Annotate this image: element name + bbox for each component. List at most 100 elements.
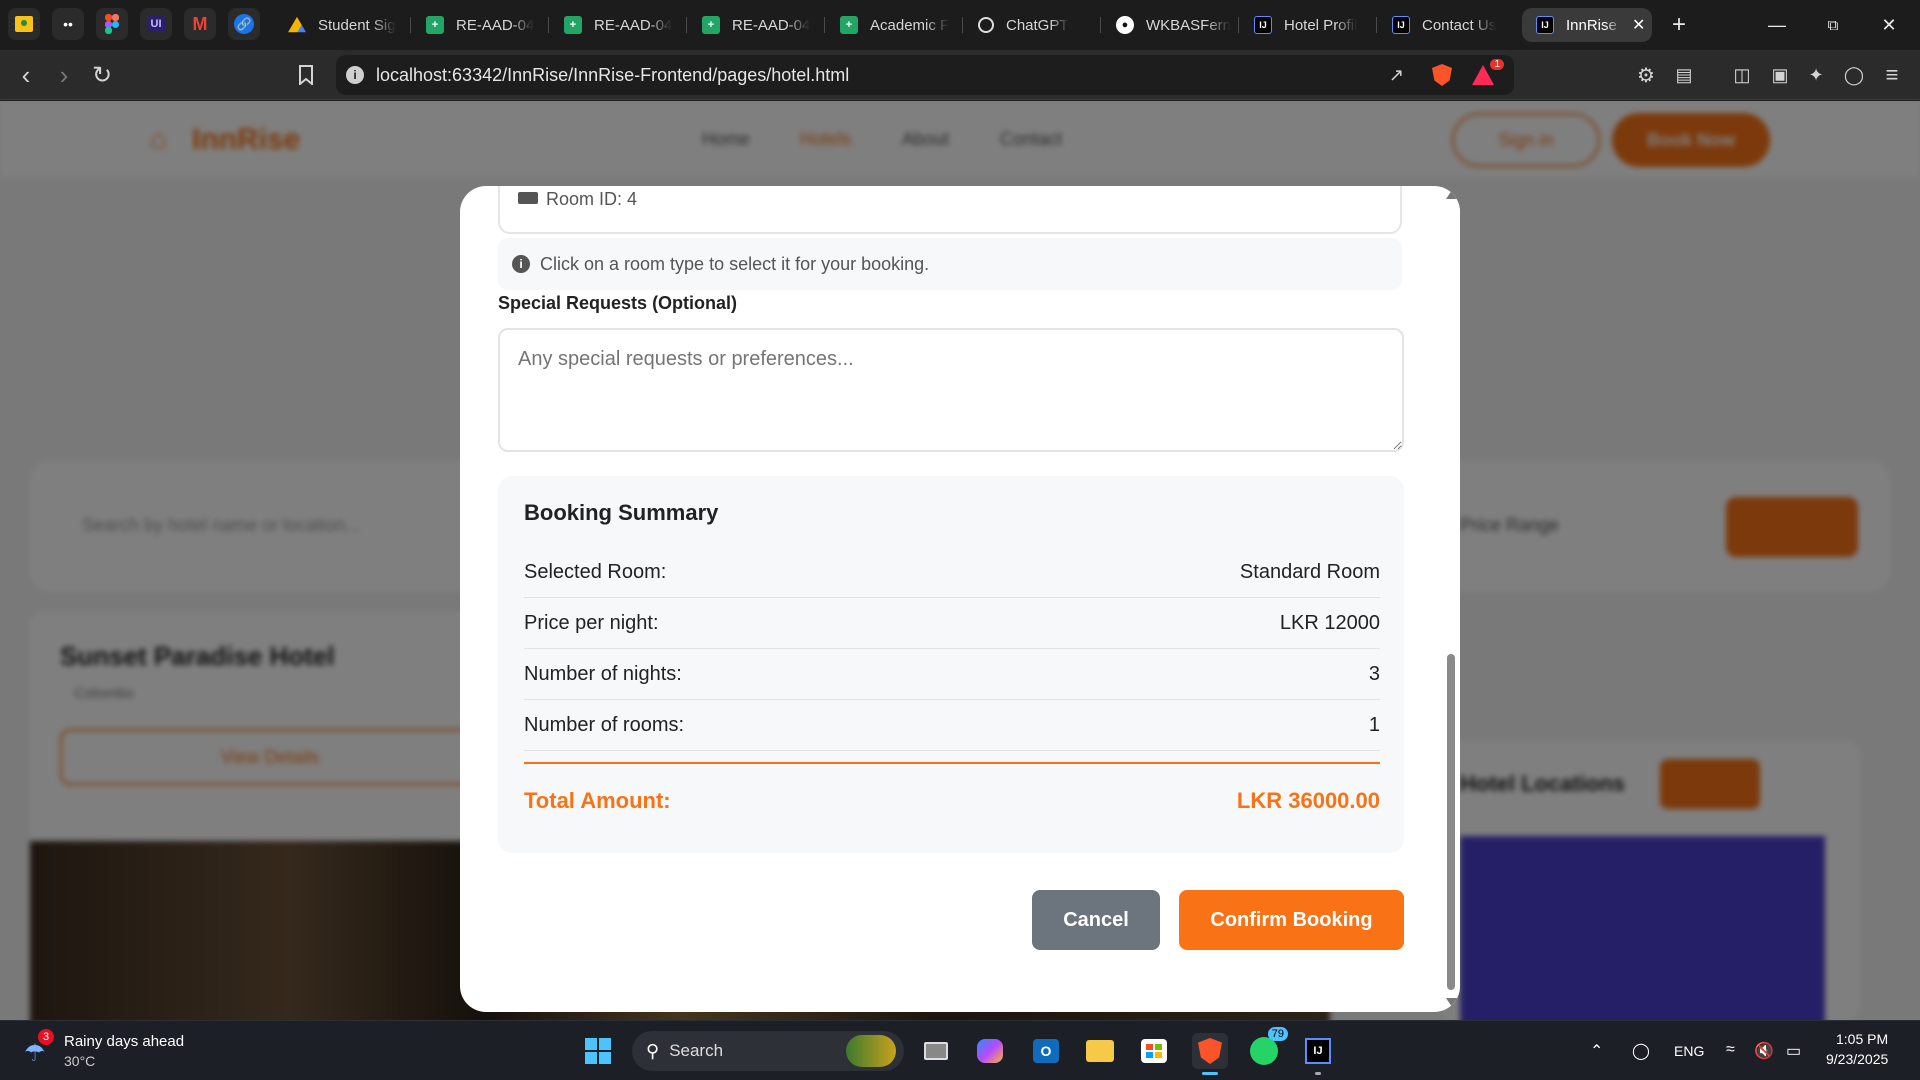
task-view-button[interactable] xyxy=(918,1033,954,1069)
wifi-icon[interactable]: ≈ xyxy=(1726,1041,1735,1059)
site-info-icon[interactable]: i xyxy=(346,66,364,84)
back-button[interactable]: ‹ xyxy=(12,60,40,90)
close-tab-icon[interactable]: ✕ xyxy=(1632,15,1645,35)
browser-toolbar: ‹ › ↻ i localhost:63342/InnRise/InnRise-… xyxy=(0,50,1920,100)
summary-label: Price per night: xyxy=(524,611,659,634)
intellij-icon: IJ xyxy=(1392,16,1410,34)
pinned-tab-ui[interactable]: UI xyxy=(140,8,172,40)
special-requests-label: Special Requests (Optional) xyxy=(498,293,738,313)
intellij-taskbar-button[interactable]: IJ xyxy=(1300,1033,1336,1075)
share-icon[interactable]: ↗ xyxy=(1389,65,1404,86)
bookmark-icon xyxy=(299,65,313,85)
address-bar[interactable]: i localhost:63342/InnRise/InnRise-Fronte… xyxy=(336,55,1514,95)
tab-title: Hotel Profil xyxy=(1284,16,1358,34)
tab-title: RE-AAD-04 xyxy=(732,16,811,34)
extensions-icon[interactable]: ⚙ xyxy=(1632,61,1660,89)
store-button[interactable] xyxy=(1136,1033,1172,1069)
summary-value: Standard Room xyxy=(1239,560,1380,583)
search-label: Search xyxy=(669,1041,724,1060)
intellij-icon: IJ xyxy=(1254,16,1272,34)
pinned-tab-classroom[interactable] xyxy=(8,8,40,40)
tab-innrise-active[interactable]: IJ InnRise ✕ xyxy=(1522,8,1652,42)
scroll-up-icon[interactable] xyxy=(1446,190,1458,199)
special-requests-textarea[interactable] xyxy=(498,328,1404,452)
tab-title: Student Sig xyxy=(318,16,396,34)
tab-title: Contact Us xyxy=(1422,16,1497,34)
bookmark-button[interactable] xyxy=(292,61,320,89)
tab-title: RE-AAD-04 xyxy=(456,16,535,34)
tab-re-aad-1[interactable]: + RE-AAD-04 xyxy=(412,8,542,42)
folder-icon xyxy=(1086,1040,1114,1062)
google-drive-icon xyxy=(288,16,306,33)
chatgpt-icon xyxy=(978,17,994,33)
tab-title: InnRise xyxy=(1566,16,1617,34)
tab-title: WKBASFern xyxy=(1146,16,1232,34)
sheets-icon: + xyxy=(564,16,582,34)
room-card-partial[interactable]: Room ID: 4 xyxy=(498,186,1402,234)
volume-muted-icon[interactable]: 🔇 xyxy=(1754,1041,1774,1061)
gmail-icon: M xyxy=(192,13,208,34)
copilot-button[interactable] xyxy=(972,1033,1008,1069)
minimize-button[interactable]: — xyxy=(1762,10,1792,40)
file-explorer-button[interactable] xyxy=(1082,1033,1118,1069)
reader-mode-icon[interactable]: ▤ xyxy=(1670,61,1698,89)
close-window-button[interactable]: ✕ xyxy=(1874,10,1904,40)
pinned-tab-gmail[interactable]: M xyxy=(184,8,216,40)
scrollbar-thumb[interactable] xyxy=(1447,654,1455,990)
rewards-badge: 1 xyxy=(1490,59,1504,70)
scroll-down-icon[interactable] xyxy=(1446,998,1458,1007)
tab-title: ChatGPT xyxy=(1006,16,1069,34)
pinned-tab-figma[interactable] xyxy=(96,8,128,40)
sync-icon[interactable]: ◯ xyxy=(1632,1041,1650,1061)
info-circle-icon: i xyxy=(512,255,530,273)
store-icon xyxy=(1141,1039,1167,1063)
reload-button[interactable]: ↻ xyxy=(88,61,116,89)
outlook-button[interactable]: O xyxy=(1028,1033,1064,1069)
tab-contact-us[interactable]: IJ Contact Us xyxy=(1378,8,1508,42)
tab-chatgpt[interactable]: ChatGPT xyxy=(964,8,1094,42)
weather-widget[interactable]: ☂ 3 Rainy days ahead 30°C xyxy=(22,1029,222,1073)
show-hidden-icons[interactable]: ⌃ xyxy=(1590,1041,1603,1061)
confirm-booking-button[interactable]: Confirm Booking xyxy=(1179,890,1404,950)
leo-ai-icon[interactable]: ✦ xyxy=(1802,61,1830,89)
pinned-tab-mask[interactable]: •• xyxy=(52,8,84,40)
wallet-icon[interactable]: ▣ xyxy=(1766,61,1794,89)
whatsapp-badge: 79 xyxy=(1267,1027,1288,1041)
modal-scrollbar[interactable] xyxy=(1442,186,1460,1012)
tab-student-sig[interactable]: Student Sig xyxy=(274,8,404,42)
pinned-tab-link[interactable]: 🔗 xyxy=(228,8,260,40)
total-divider xyxy=(524,762,1380,764)
sidebar-icon[interactable]: ◫ xyxy=(1728,61,1756,89)
cancel-button[interactable]: Cancel xyxy=(1032,890,1160,950)
brave-taskbar-button[interactable] xyxy=(1192,1033,1228,1075)
room-id-text: Room ID: 4 xyxy=(546,189,638,209)
total-row: Total Amount: LKR 36000.00 xyxy=(524,776,1380,826)
language-indicator[interactable]: ENG xyxy=(1674,1043,1704,1059)
whatsapp-icon xyxy=(1250,1037,1278,1065)
new-tab-button[interactable]: + xyxy=(1664,10,1694,40)
clock-date[interactable]: 9/23/2025 xyxy=(1826,1051,1888,1067)
restore-button[interactable]: ⧉ xyxy=(1818,10,1848,40)
battery-icon[interactable]: ▭ xyxy=(1786,1041,1801,1061)
task-view-icon xyxy=(924,1042,948,1060)
menu-icon[interactable]: ≡ xyxy=(1878,61,1906,89)
url-text: localhost:63342/InnRise/InnRise-Frontend… xyxy=(376,64,850,85)
forward-button[interactable]: › xyxy=(50,60,78,90)
tab-academic[interactable]: + Academic F xyxy=(826,8,956,42)
tab-github[interactable]: ● WKBASFern xyxy=(1102,8,1232,42)
tab-re-aad-3[interactable]: + RE-AAD-04 xyxy=(688,8,818,42)
tab-title: Academic F xyxy=(870,16,950,34)
taskbar-search[interactable]: ⚲ Search xyxy=(632,1031,904,1071)
tab-hotel-profile[interactable]: IJ Hotel Profil xyxy=(1240,8,1370,42)
copilot-icon xyxy=(977,1039,1003,1063)
whatsapp-button[interactable]: 79 xyxy=(1246,1027,1288,1069)
booking-summary: Booking Summary Selected Room: Standard … xyxy=(498,476,1404,853)
intellij-icon: IJ xyxy=(1305,1038,1331,1064)
bed-icon xyxy=(518,192,538,204)
tab-re-aad-2[interactable]: + RE-AAD-04 xyxy=(550,8,680,42)
start-button[interactable] xyxy=(580,1033,616,1069)
summary-value: 3 xyxy=(1368,662,1380,685)
clock-time[interactable]: 1:05 PM xyxy=(1836,1031,1888,1047)
vpn-icon[interactable]: ◯ xyxy=(1840,61,1868,89)
brave-shield-icon[interactable] xyxy=(1432,64,1452,86)
